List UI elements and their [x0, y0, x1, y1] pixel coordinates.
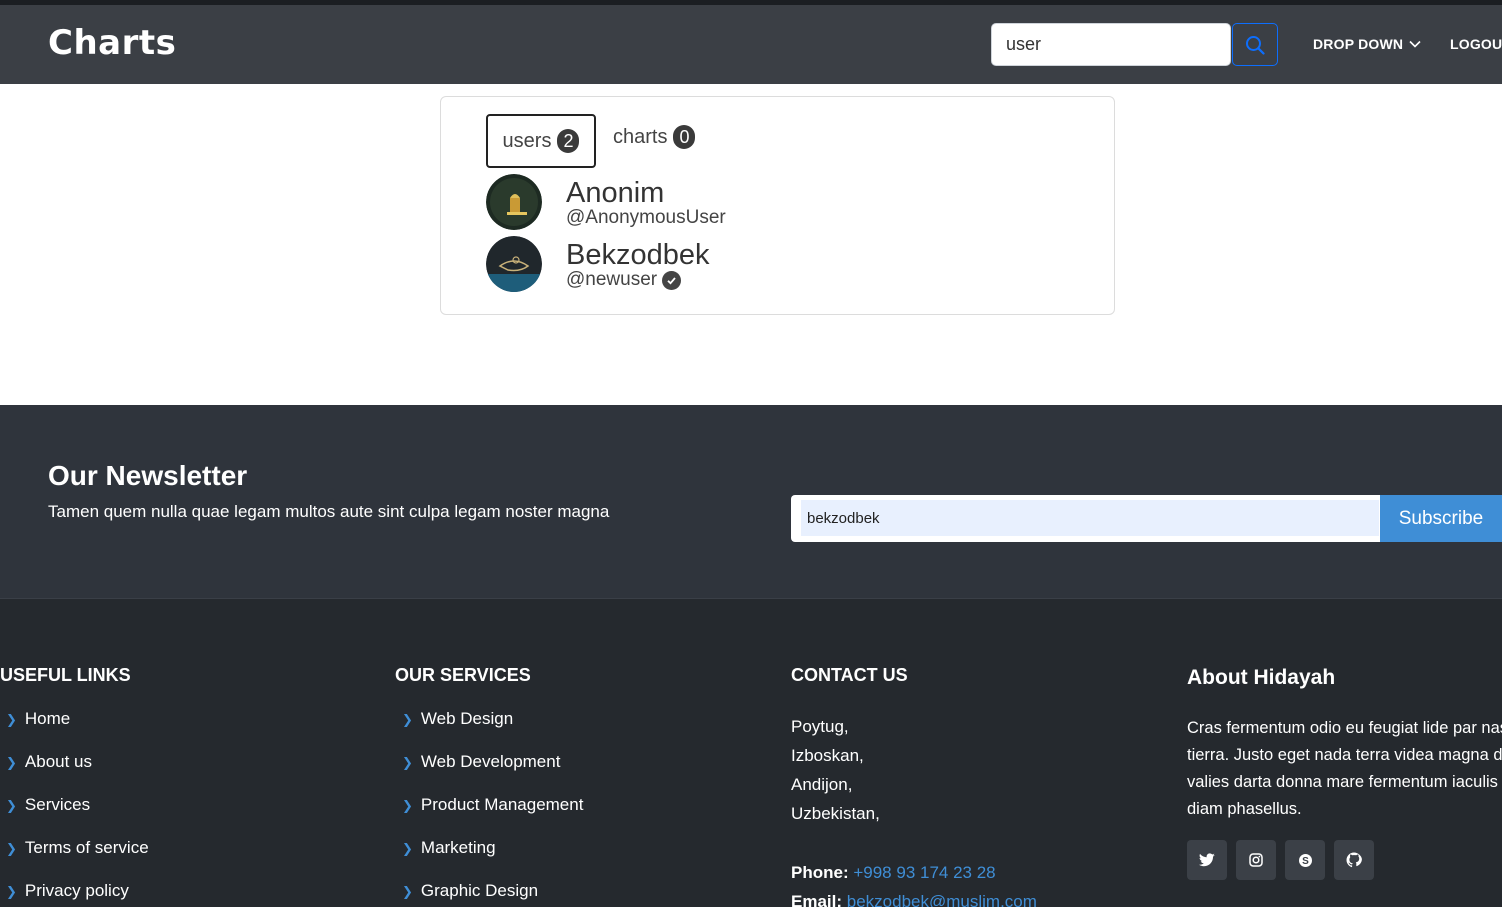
email-link[interactable]: bekzodbek@muslim.com [847, 892, 1037, 907]
link-label: Terms of service [24, 838, 149, 857]
chevron-down-icon [1409, 40, 1421, 48]
footer-link-services[interactable]: ❯ Services [6, 795, 149, 838]
user-result-row[interactable]: Anonim @AnonymousUser [486, 174, 726, 230]
services-list: ❯ Web Design ❯ Web Development ❯ Product Ma… [402, 709, 583, 907]
about-title: About Hidayah [1187, 666, 1336, 689]
user-name: Anonim [566, 177, 665, 209]
footer-link-about[interactable]: ❯ About us [6, 752, 149, 795]
search-input[interactable] [991, 23, 1231, 66]
newsletter-section: Our Newsletter Tamen quem nulla quae leg… [0, 405, 1502, 599]
dropdown-menu[interactable]: DROP DOWN [1313, 36, 1421, 52]
newsletter-text: Tamen quem nulla quae legam multos aute … [48, 502, 610, 521]
avatar [486, 236, 542, 292]
subscribe-button[interactable]: Subscribe [1380, 495, 1502, 542]
chevron-right-icon: ❯ [6, 755, 17, 770]
twitter-button[interactable] [1187, 840, 1227, 880]
github-button[interactable] [1334, 840, 1374, 880]
user-result-row[interactable]: Bekzodbek @newuser [486, 236, 710, 292]
about-line: tierra. Justo eget nada terra videa magn… [1187, 746, 1502, 764]
footer-service-web-design[interactable]: ❯ Web Design [402, 709, 583, 752]
search-icon [1246, 35, 1265, 55]
brand-logo[interactable]: Charts [48, 23, 176, 63]
user-handle: @AnonymousUser [566, 208, 726, 228]
chevron-right-icon: ❯ [6, 841, 17, 856]
user-name: Bekzodbek [566, 239, 710, 271]
tab-charts-label: charts [613, 125, 668, 148]
charts-count-badge: 0 [673, 125, 696, 149]
newsletter-email-input[interactable] [801, 500, 1379, 536]
verified-check-icon [662, 270, 682, 290]
about-line: Cras fermentum odio eu feugiat lide par … [1187, 719, 1502, 737]
footer: USEFUL LINKS ❯ Home ❯ About us ❯ Services ❯… [0, 599, 1502, 907]
user-handle-text: @newuser [566, 269, 658, 290]
link-label: Services [24, 795, 91, 814]
instagram-button[interactable] [1236, 840, 1276, 880]
footer-service-web-development[interactable]: ❯ Web Development [402, 752, 583, 795]
newsletter-form: Subscribe [791, 495, 1502, 542]
useful-links-title: USEFUL LINKS [0, 665, 131, 685]
contact-info: Poytug, Izboskan, Andijon, Uzbekistan, P… [791, 712, 1037, 907]
services-title: OUR SERVICES [395, 665, 531, 685]
tab-users[interactable]: users 2 [486, 114, 596, 168]
chevron-right-icon: ❯ [6, 884, 17, 899]
github-icon [1346, 852, 1362, 868]
phone-label: Phone: [791, 863, 849, 882]
about-line: valies darta donna mare fermentum iaculi… [1187, 773, 1502, 791]
chevron-right-icon: ❯ [6, 712, 17, 727]
address-line: Andijon, [791, 775, 853, 794]
chevron-right-icon: ❯ [402, 884, 413, 899]
users-count-badge: 2 [557, 129, 580, 153]
newsletter-title: Our Newsletter [48, 460, 248, 491]
twitter-icon [1199, 853, 1215, 867]
link-label: Product Management [420, 795, 584, 814]
link-label: Web Design [420, 709, 514, 728]
chevron-right-icon: ❯ [402, 712, 413, 727]
footer-link-home[interactable]: ❯ Home [6, 709, 149, 752]
link-label: Home [24, 709, 71, 728]
address-line: Izboskan, [791, 746, 864, 765]
tab-users-label: users [502, 129, 552, 152]
skype-button[interactable]: S [1285, 840, 1325, 880]
phone-link[interactable]: +998 93 174 23 28 [853, 863, 995, 882]
footer-service-marketing[interactable]: ❯ Marketing [402, 838, 583, 881]
link-label: Privacy policy [24, 881, 129, 900]
footer-service-graphic-design[interactable]: ❯ Graphic Design [402, 881, 583, 907]
user-handle-text: @AnonymousUser [566, 207, 726, 228]
search-button[interactable] [1232, 23, 1278, 66]
link-label: Graphic Design [420, 881, 539, 900]
footer-link-terms[interactable]: ❯ Terms of service [6, 838, 149, 881]
link-label: Web Development [420, 752, 561, 771]
address-line: Uzbekistan, [791, 804, 880, 823]
useful-links-list: ❯ Home ❯ About us ❯ Services ❯ Terms of serv… [6, 709, 149, 907]
contact-title: CONTACT US [791, 665, 908, 685]
link-label: About us [24, 752, 93, 771]
chevron-right-icon: ❯ [402, 841, 413, 856]
user-handle: @newuser [566, 270, 710, 290]
chevron-right-icon: ❯ [6, 798, 17, 813]
footer-link-privacy[interactable]: ❯ Privacy policy [6, 881, 149, 907]
address-line: Poytug, [791, 717, 849, 736]
avatar [486, 174, 542, 230]
about-line: diam phasellus. [1187, 800, 1302, 818]
phone-line: Phone: +998 93 174 23 28 [791, 858, 1037, 887]
footer-service-product-management[interactable]: ❯ Product Management [402, 795, 583, 838]
email-line: Email: bekzodbek@muslim.com [791, 887, 1037, 907]
skype-icon: S [1298, 853, 1312, 867]
email-label: Email: [791, 892, 843, 907]
link-label: Marketing [420, 838, 496, 857]
chevron-right-icon: ❯ [402, 755, 413, 770]
search-results-card: users 2 charts 0 Anonim @AnonymousUser B… [440, 96, 1115, 315]
tab-charts[interactable]: charts 0 [613, 125, 696, 149]
svg-text:S: S [1302, 856, 1309, 867]
dropdown-label: DROP DOWN [1313, 36, 1404, 52]
logout-link[interactable]: LOGOUT [1450, 36, 1502, 52]
navbar: Charts DROP DOWN LOGOUT [0, 5, 1502, 84]
chevron-right-icon: ❯ [402, 798, 413, 813]
about-text: Cras fermentum odio eu feugiat lide par … [1187, 715, 1502, 823]
instagram-icon [1249, 853, 1263, 867]
